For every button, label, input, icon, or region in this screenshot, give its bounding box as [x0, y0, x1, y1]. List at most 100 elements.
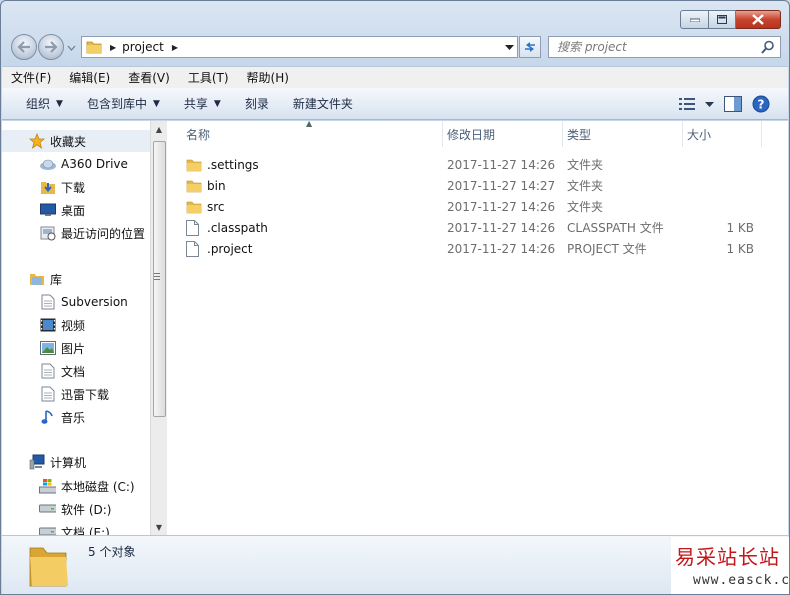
nav-music-label: 音乐: [61, 410, 86, 425]
include-in-library-button[interactable]: 包含到库中 ▼: [87, 95, 160, 112]
file-type: 文件夹: [567, 158, 604, 172]
minimize-button[interactable]: [680, 10, 709, 29]
document-icon: [39, 386, 56, 403]
organize-label: 组织: [26, 97, 51, 111]
search-box[interactable]: [548, 36, 781, 58]
system-drive-icon: [39, 478, 56, 495]
minimize-icon: [689, 18, 700, 22]
preview-pane-icon[interactable]: [724, 96, 742, 112]
folder-icon: [29, 547, 68, 587]
share-button[interactable]: 共享 ▼: [184, 95, 221, 112]
breadcrumb-separator-icon[interactable]: ▶: [110, 43, 116, 52]
file-size: [682, 175, 754, 196]
file-row[interactable]: .project 2017-11-27 14:26 PROJECT 文件 1 K…: [168, 238, 788, 259]
nav-libraries-label: 库: [50, 272, 63, 287]
details-view-icon[interactable]: [679, 98, 695, 110]
column-header-type[interactable]: 类型: [563, 121, 683, 147]
file-row[interactable]: bin 2017-11-27 14:27 文件夹: [168, 175, 788, 196]
refresh-button[interactable]: [519, 36, 541, 58]
nav-a360-drive[interactable]: A360 Drive: [2, 153, 150, 175]
back-button[interactable]: [11, 34, 37, 60]
nav-favorites-label: 收藏夹: [50, 134, 87, 149]
nav-videos[interactable]: 视频: [2, 314, 150, 336]
nav-pictures[interactable]: 图片: [2, 337, 150, 359]
burn-button[interactable]: 刻录: [245, 95, 269, 112]
watermark: 易采站长站 www.easck.com: [671, 537, 789, 594]
menu-edit[interactable]: 编辑(E): [60, 69, 119, 86]
nav-recent-places-label: 最近访问的位置: [61, 226, 146, 241]
chevron-down-icon: ▼: [152, 98, 160, 109]
desktop-icon: [39, 202, 56, 219]
nav-drive-e-label: 文档 (E:): [61, 525, 110, 536]
nav-pictures-label: 图片: [61, 341, 86, 356]
nav-desktop-label: 桌面: [61, 203, 86, 218]
downloads-icon: [39, 179, 56, 196]
nav-libraries[interactable]: 库: [2, 268, 150, 290]
search-input[interactable]: [549, 40, 749, 54]
menu-tools[interactable]: 工具(T): [179, 69, 238, 86]
nav-music[interactable]: 音乐: [2, 406, 150, 428]
nav-drive-d[interactable]: 软件 (D:): [2, 498, 150, 520]
nav-recent-places[interactable]: 最近访问的位置: [2, 222, 150, 244]
file-type: 文件夹: [567, 179, 604, 193]
menu-file[interactable]: 文件(F): [2, 69, 60, 86]
file-date: 2017-11-27 14:26: [447, 157, 556, 172]
view-options-dropdown-icon[interactable]: [705, 101, 714, 108]
nav-favorites[interactable]: 收藏夹: [2, 130, 150, 152]
column-header-size[interactable]: 大小: [683, 121, 762, 147]
file-row[interactable]: src 2017-11-27 14:26 文件夹: [168, 196, 788, 217]
file-date: 2017-11-27 14:26: [447, 220, 556, 235]
nav-drive-c[interactable]: 本地磁盘 (C:): [2, 475, 150, 497]
breadcrumb-separator-icon[interactable]: ▶: [172, 43, 178, 52]
file-name: .classpath: [207, 220, 268, 235]
document-icon: [39, 363, 56, 380]
maximize-icon: [717, 15, 727, 24]
forward-button[interactable]: [38, 34, 64, 60]
watermark-title: 易采站长站: [675, 545, 780, 569]
close-button[interactable]: [736, 10, 781, 29]
maximize-button[interactable]: [709, 10, 736, 29]
file-date: 2017-11-27 14:27: [447, 178, 556, 193]
nav-drive-c-label: 本地磁盘 (C:): [61, 479, 135, 494]
nav-subversion[interactable]: Subversion: [2, 291, 150, 313]
close-icon: [752, 14, 764, 25]
menu-help[interactable]: 帮助(H): [238, 69, 298, 86]
column-header-name[interactable]: 名称: [182, 121, 443, 147]
share-label: 共享: [183, 97, 208, 111]
arrow-right-icon: [45, 41, 58, 53]
file-date: 2017-11-27 14:26: [447, 199, 556, 214]
file-row[interactable]: .settings 2017-11-27 14:26 文件夹: [168, 154, 788, 175]
file-icon: [186, 219, 204, 236]
recent-pages-dropdown-icon[interactable]: [67, 43, 76, 52]
nav-downloads[interactable]: 下载: [2, 176, 150, 198]
explorer-window: ▶ project ▶ 文件(F) 编辑(E) 查看(V) 工具(T) 帮助(H…: [0, 0, 790, 595]
nav-documents[interactable]: 文档: [2, 360, 150, 382]
navigation-pane-scrollbar[interactable]: ▲ ▼: [150, 121, 167, 535]
new-folder-button[interactable]: 新建文件夹: [293, 95, 353, 112]
library-icon: [28, 271, 45, 288]
recent-places-icon: [39, 225, 56, 242]
include-library-label: 包含到库中: [86, 97, 147, 111]
organize-button[interactable]: 组织 ▼: [26, 95, 63, 112]
nav-computer-label: 计算机: [50, 455, 87, 470]
cloud-drive-icon: [39, 156, 56, 173]
search-icon[interactable]: [761, 40, 775, 54]
nav-thunder-downloads[interactable]: 迅雷下载: [2, 383, 150, 405]
nav-desktop[interactable]: 桌面: [2, 199, 150, 221]
scroll-down-icon[interactable]: ▼: [154, 523, 164, 533]
file-size: 1 KB: [726, 220, 754, 235]
breadcrumb-project[interactable]: project: [122, 40, 164, 54]
file-type: CLASSPATH 文件: [567, 221, 664, 235]
scroll-up-icon[interactable]: ▲: [154, 125, 164, 135]
address-history-dropdown-icon[interactable]: [505, 44, 514, 51]
nav-drive-e[interactable]: 文档 (E:): [2, 521, 150, 535]
chevron-down-icon: ▼: [213, 98, 221, 109]
file-type: 文件夹: [567, 200, 604, 214]
menu-view[interactable]: 查看(V): [119, 69, 179, 86]
column-header-date[interactable]: 修改日期: [443, 121, 563, 147]
nav-computer[interactable]: 计算机: [2, 451, 150, 473]
help-icon[interactable]: ?: [752, 95, 770, 113]
file-row[interactable]: .classpath 2017-11-27 14:26 CLASSPATH 文件…: [168, 217, 788, 238]
nav-thunder-downloads-label: 迅雷下载: [61, 387, 110, 402]
address-bar[interactable]: ▶ project ▶: [81, 36, 518, 58]
